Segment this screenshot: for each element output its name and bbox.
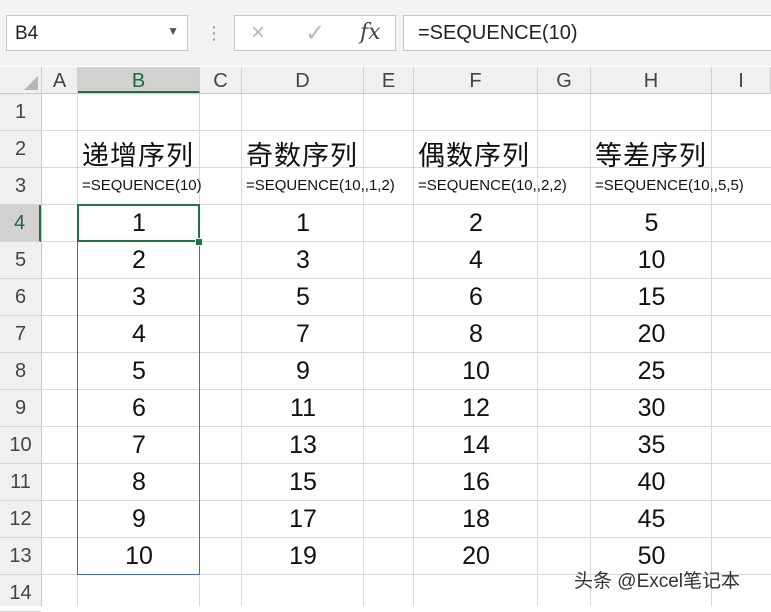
column-header-f[interactable]: F: [414, 67, 538, 93]
name-box[interactable]: B4 ▼: [6, 15, 188, 51]
formula-text-cell-h[interactable]: =SEQUENCE(10,,5,5): [595, 177, 744, 194]
value-cell[interactable]: 15: [591, 283, 712, 312]
value-cell[interactable]: 1: [242, 209, 364, 238]
row-header-12[interactable]: 12: [0, 501, 41, 538]
row-header-9[interactable]: 9: [0, 390, 41, 427]
value-cell[interactable]: 17: [242, 505, 364, 534]
formula-text-cell-b[interactable]: =SEQUENCE(10): [82, 177, 202, 194]
value-cell[interactable]: 5: [591, 209, 712, 238]
fill-handle[interactable]: [195, 238, 203, 246]
value-cell[interactable]: 4: [414, 246, 538, 275]
column-header-e[interactable]: E: [364, 67, 414, 93]
cell-grid[interactable]: 递增序列 =SEQUENCE(10) 奇数序列 =SEQUENCE(10,,1,2) 偶…: [42, 94, 771, 606]
value-cell[interactable]: 10: [414, 357, 538, 386]
value-cell[interactable]: 2: [414, 209, 538, 238]
column-header-c[interactable]: C: [200, 67, 242, 93]
column-header-b[interactable]: B: [78, 67, 200, 93]
insert-function-icon[interactable]: fx: [360, 20, 381, 45]
name-box-value: B4: [15, 23, 39, 44]
value-cell[interactable]: 10: [591, 246, 712, 275]
value-cell[interactable]: 45: [591, 505, 712, 534]
enter-icon[interactable]: ✓: [305, 19, 325, 48]
cancel-icon[interactable]: ×: [251, 19, 265, 47]
row-header-8[interactable]: 8: [0, 353, 41, 390]
row-header-2[interactable]: 2: [0, 131, 41, 168]
select-all-button[interactable]: [0, 67, 42, 93]
value-cell[interactable]: 25: [591, 357, 712, 386]
header-cell-b[interactable]: 递增序列: [82, 134, 194, 173]
row-header-10[interactable]: 10: [0, 427, 41, 464]
formula-text-cell-f[interactable]: =SEQUENCE(10,,2,2): [418, 177, 567, 194]
column-header-g[interactable]: G: [538, 67, 591, 93]
row-header-7[interactable]: 7: [0, 316, 41, 353]
row-header-11[interactable]: 11: [0, 464, 41, 501]
value-cell[interactable]: 12: [414, 394, 538, 423]
watermark: 头条 @Excel笔记本: [574, 571, 741, 592]
row-header-3[interactable]: 3: [0, 168, 41, 205]
formula-text: =SEQUENCE(10): [418, 22, 578, 44]
formula-bar-area: B4 ▼ ⋮ × ✓ fx =SEQUENCE(10): [0, 0, 771, 66]
value-cell[interactable]: 35: [591, 431, 712, 460]
value-cell[interactable]: 3: [242, 246, 364, 275]
row-headers: 1 2 3 4 5 6 7 8 9 10 11 12 13 14: [0, 94, 42, 612]
formula-buttons: × ✓ fx: [234, 15, 396, 51]
header-cell-f[interactable]: 偶数序列: [418, 134, 530, 173]
column-headers: ABCDEFGHI: [0, 67, 771, 94]
value-cell[interactable]: 7: [242, 320, 364, 349]
value-cell[interactable]: 40: [591, 468, 712, 497]
value-cell[interactable]: 14: [414, 431, 538, 460]
value-cell[interactable]: 18: [414, 505, 538, 534]
value-cell[interactable]: 30: [591, 394, 712, 423]
value-cell[interactable]: 9: [242, 357, 364, 386]
row-header-1[interactable]: 1: [0, 94, 41, 131]
value-cell[interactable]: 11: [242, 394, 364, 423]
value-cell[interactable]: 5: [242, 283, 364, 312]
more-vertical-icon: ⋮: [205, 23, 223, 43]
row-header-5[interactable]: 5: [0, 242, 41, 279]
header-cell-d[interactable]: 奇数序列: [246, 134, 358, 173]
column-header-a[interactable]: A: [42, 67, 78, 93]
value-cell[interactable]: 19: [242, 542, 364, 571]
gridline: [42, 130, 771, 131]
column-header-i[interactable]: I: [712, 67, 771, 93]
header-cell-h[interactable]: 等差序列: [595, 134, 707, 173]
row-header-6[interactable]: 6: [0, 279, 41, 316]
value-cell[interactable]: 13: [242, 431, 364, 460]
row-header-14[interactable]: 14: [0, 575, 41, 612]
row-header-13[interactable]: 13: [0, 538, 41, 575]
formula-input[interactable]: =SEQUENCE(10): [403, 15, 771, 51]
select-all-icon: [24, 76, 38, 90]
active-cell-border[interactable]: [77, 204, 200, 242]
chevron-down-icon[interactable]: ▼: [167, 24, 179, 38]
formula-text-cell-d[interactable]: =SEQUENCE(10,,1,2): [246, 177, 395, 194]
row-header-4[interactable]: 4: [0, 205, 41, 242]
column-header-d[interactable]: D: [242, 67, 364, 93]
spill-range-border: [77, 204, 200, 575]
value-cell[interactable]: 8: [414, 320, 538, 349]
value-cell[interactable]: 16: [414, 468, 538, 497]
column-header-h[interactable]: H: [591, 67, 712, 93]
value-cell[interactable]: 20: [591, 320, 712, 349]
value-cell[interactable]: 20: [414, 542, 538, 571]
value-cell[interactable]: 15: [242, 468, 364, 497]
value-cell[interactable]: 6: [414, 283, 538, 312]
